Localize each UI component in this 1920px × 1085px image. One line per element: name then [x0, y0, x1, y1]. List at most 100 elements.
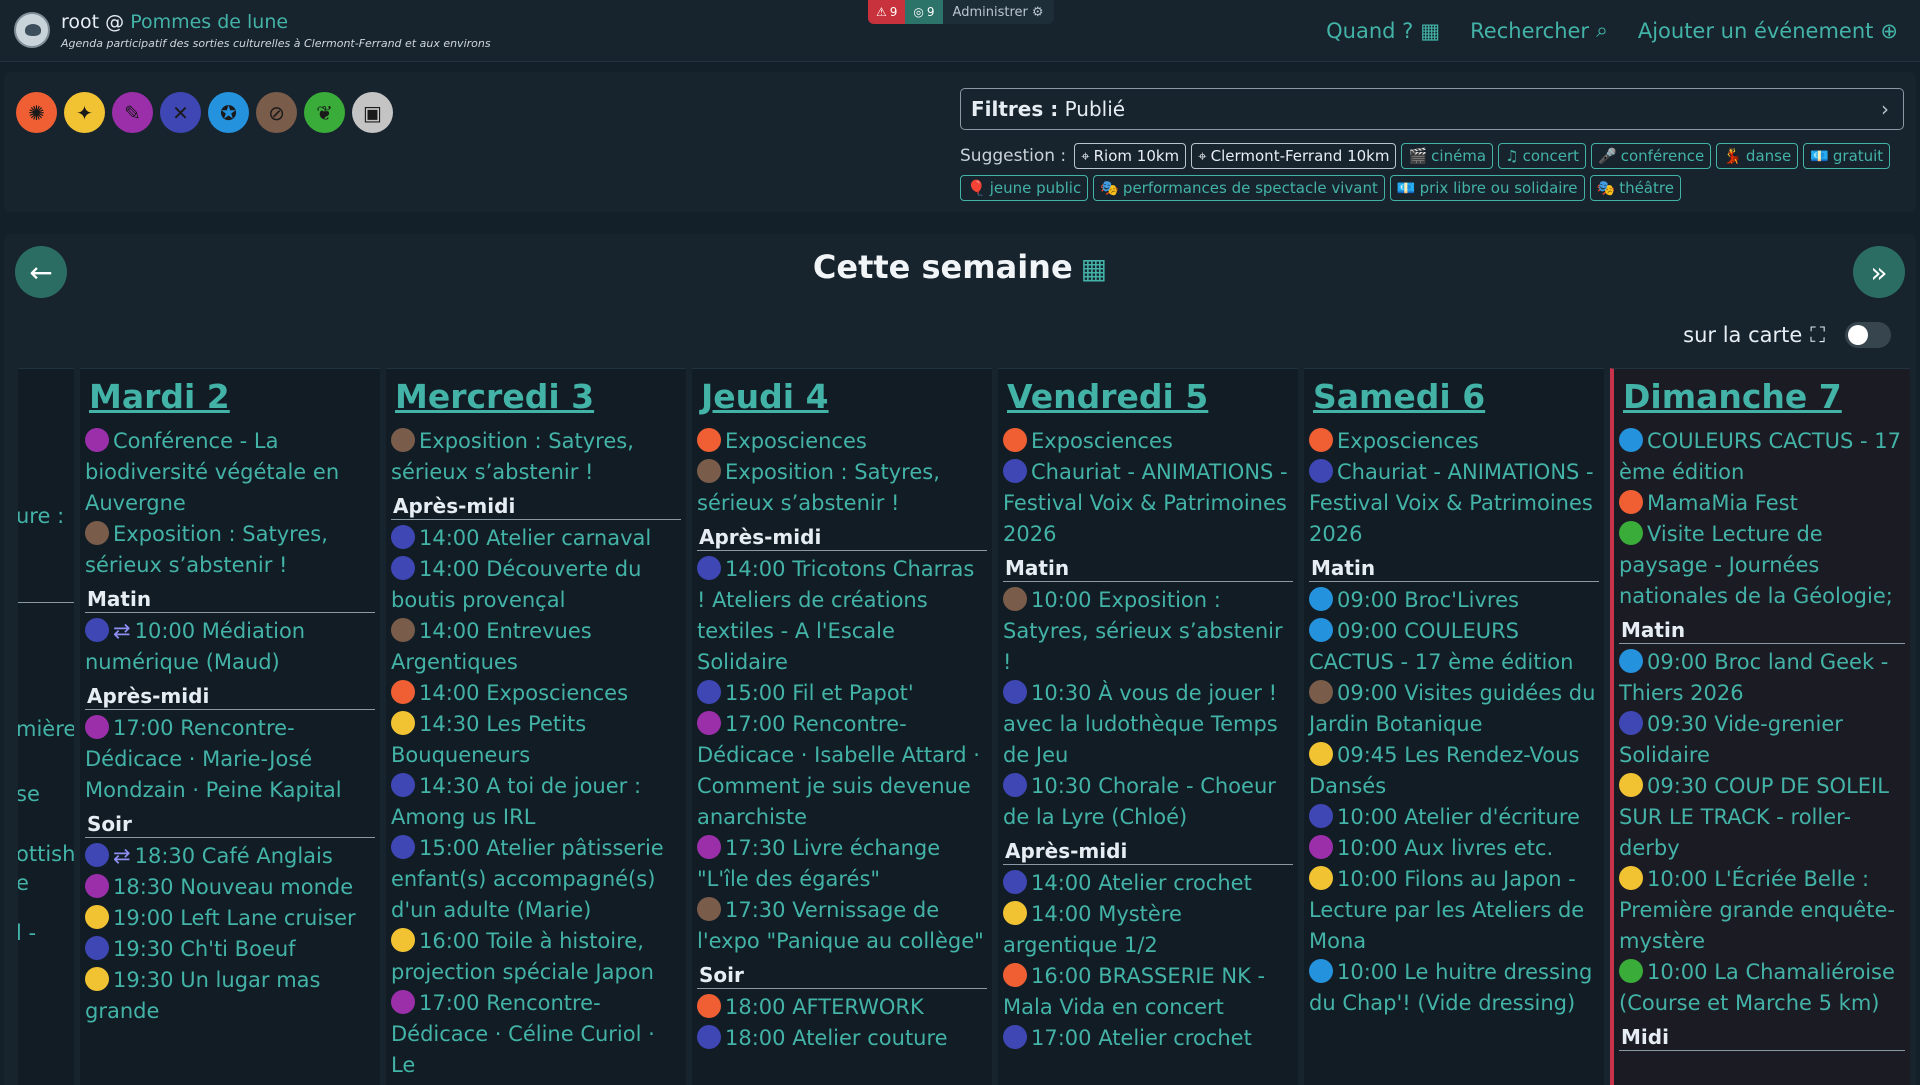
event-item[interactable]: 16:00 BRASSERIE NK - Mala Vida en concer… [1003, 961, 1293, 1023]
suggestion-chip[interactable]: 🎭 théâtre [1589, 175, 1681, 201]
category-spectacle-icon[interactable]: ✦ [64, 92, 105, 133]
suggestion-chip[interactable]: 💶 gratuit [1803, 143, 1891, 169]
event-item[interactable]: 10:00 Atelier d'écriture [1309, 802, 1599, 833]
event-item[interactable]: 17:00 Rencontre-Dédicace · Marie-José Mo… [85, 713, 375, 806]
event-item[interactable]: 14:00 Atelier crochet [1003, 868, 1293, 899]
next-week-button[interactable]: » [1853, 246, 1905, 298]
event-item[interactable]: 10:30 Chorale - Choeur de la Lyre (Chloé… [1003, 771, 1293, 833]
event-item[interactable]: 09:00 COULEURS CACTUS - 17 ème édition [1309, 616, 1599, 678]
event-item[interactable]: 14:30 A toi de jouer : Among us IRL [391, 771, 681, 833]
event-item[interactable]: Exposition : Satyres, sérieux s’abstenir… [697, 457, 987, 519]
event-item[interactable]: COULEURS CACTUS - 17 ème édition [1619, 426, 1905, 488]
event-item[interactable]: Chauriat - ANIMATIONS - Festival Voix & … [1309, 457, 1599, 550]
event-item[interactable]: 16:00 Toile à histoire, projection spéci… [391, 926, 681, 988]
category-exposition-icon[interactable]: ⊘ [256, 92, 297, 133]
nav-add-event[interactable]: Ajouter un événement ⊕ [1638, 18, 1898, 43]
event-item[interactable]: ⇄ 18:30 Café Anglais [85, 841, 375, 872]
event-item[interactable]: MamaMia Fest [1619, 488, 1905, 519]
map-switch[interactable] [1845, 322, 1891, 348]
event-item[interactable]: 17:30 Livre échange "L'île des égarés" [697, 833, 987, 895]
event-item[interactable]: Exposition : Satyres, sérieux s’abstenir… [85, 519, 375, 581]
event-item[interactable]: 18:00 AFTERWORK [697, 992, 987, 1023]
partial-event-text[interactable]: mière [18, 717, 74, 741]
event-item[interactable]: 09:00 Broc'Livres [1309, 585, 1599, 616]
alerts-badge[interactable]: ⚠ 9 [868, 0, 906, 24]
site-logo[interactable] [14, 12, 50, 48]
calendar-icon[interactable]: ▦ [1081, 252, 1107, 285]
event-item[interactable]: 14:30 Les Petits Bouqueneurs [391, 709, 681, 771]
partial-event-text[interactable]: se [18, 782, 40, 806]
category-atelier-icon[interactable]: ✕ [160, 92, 201, 133]
event-item[interactable]: 10:00 Aux livres etc. [1309, 833, 1599, 864]
event-item[interactable]: Exposciences [1309, 426, 1599, 457]
event-item[interactable]: 19:30 Ch'ti Boeuf [85, 934, 375, 965]
suggestion-chip[interactable]: 🎤 conférence [1591, 143, 1712, 169]
event-item[interactable]: 10:00 La Chamaliéroise (Course et Marche… [1619, 957, 1905, 1019]
site-name-link[interactable]: Pommes de lune [130, 11, 288, 33]
event-item[interactable]: 19:00 Left Lane cruiser [85, 903, 375, 934]
event-item[interactable]: 17:30 Vernissage de l'expo "Panique au c… [697, 895, 987, 957]
category-fete-icon[interactable]: ✺ [16, 92, 57, 133]
nav-search[interactable]: Rechercher ⌕ [1470, 18, 1608, 43]
event-item[interactable]: 10:00 Filons au Japon - Lecture par les … [1309, 864, 1599, 957]
event-item[interactable]: Conférence - La biodiversité végétale en… [85, 426, 375, 519]
event-item[interactable]: 09:00 Visites guidées du Jardin Botaniqu… [1309, 678, 1599, 740]
day-title-link[interactable]: Jeudi 4 [697, 369, 987, 426]
event-item[interactable]: 18:30 Nouveau monde [85, 872, 375, 903]
event-item[interactable]: 17:00 Rencontre-Dédicace · Isabelle Atta… [697, 709, 987, 833]
event-item[interactable]: Exposciences [1003, 426, 1293, 457]
category-autre-icon[interactable]: ▣ [352, 92, 393, 133]
event-item[interactable]: 10:00 Le huitre dressing du Chap'! (Vide… [1309, 957, 1599, 1019]
day-title-link[interactable]: Mardi 2 [85, 369, 375, 426]
moderation-badge[interactable]: ◎ 9 [905, 0, 943, 24]
event-item[interactable]: 09:00 Broc land Geek - Thiers 2026 [1619, 647, 1905, 709]
event-item[interactable]: 09:45 Les Rendez-Vous Dansés [1309, 740, 1599, 802]
nav-when[interactable]: Quand ? ▦ [1326, 18, 1440, 43]
day-title-link[interactable]: Mercredi 3 [391, 369, 681, 426]
event-item[interactable]: 14:00 Tricotons Charras ! Ateliers de cr… [697, 554, 987, 678]
partial-event-text[interactable]: l - [18, 921, 36, 945]
event-item[interactable]: 15:00 Fil et Papot' [697, 678, 987, 709]
suggestion-chip[interactable]: 🎭 performances de spectacle vivant [1093, 175, 1385, 201]
suggestion-chip[interactable]: 💃 danse [1716, 143, 1799, 169]
event-item[interactable]: 10:30 À vous de jouer ! avec la ludothèq… [1003, 678, 1293, 771]
event-item[interactable]: 09:30 Vide-grenier Solidaire [1619, 709, 1905, 771]
event-item[interactable]: 17:00 Rencontre-Dédicace · Céline Curiol… [391, 988, 681, 1081]
event-item[interactable]: 17:00 Atelier crochet [1003, 1023, 1293, 1054]
event-item[interactable]: 14:00 Découverte du boutis provençal [391, 554, 681, 616]
event-item[interactable]: 10:00 L'Écriée Belle : Première grande e… [1619, 864, 1905, 957]
suggestion-chip[interactable]: ♫ concert [1498, 143, 1587, 169]
event-item[interactable]: 18:00 Atelier couture [697, 1023, 987, 1054]
event-item[interactable]: 14:00 Exposciences [391, 678, 681, 709]
suggestion-chip[interactable]: 💶 prix libre ou solidaire [1389, 175, 1585, 201]
category-rencontre-icon[interactable]: ✎ [112, 92, 153, 133]
event-item[interactable]: Exposition : Satyres, sérieux s’abstenir… [391, 426, 681, 488]
event-item[interactable]: 14:00 Atelier carnaval [391, 523, 681, 554]
admin-link[interactable]: Administrer ⚙ [943, 0, 1054, 24]
event-item[interactable]: 14:00 Entrevues Argentiques [391, 616, 681, 678]
suggestion-chip[interactable]: ⌖ Clermont-Ferrand 10km [1191, 143, 1397, 169]
event-item[interactable]: 09:30 COUP DE SOLEIL SUR LE TRACK - roll… [1619, 771, 1905, 864]
filters-box[interactable]: Filtres : Publié › [960, 88, 1904, 130]
event-item[interactable]: ⇄ 10:00 Médiation numérique (Maud) [85, 616, 375, 678]
partial-event-text[interactable]: ure : [18, 504, 64, 528]
partial-event-text[interactable]: e [18, 871, 29, 895]
suggestion-chip[interactable]: 🎬 cinéma [1401, 143, 1494, 169]
day-title-link[interactable]: Samedi 6 [1309, 369, 1599, 426]
event-item[interactable]: 15:00 Atelier pâtisserie enfant(s) accom… [391, 833, 681, 926]
day-title-link[interactable]: Dimanche 7 [1619, 369, 1905, 426]
category-nature-icon[interactable]: ❦ [304, 92, 345, 133]
event-item[interactable]: Exposciences [697, 426, 987, 457]
suggestion-chip[interactable]: ⌖ Riom 10km [1074, 143, 1187, 169]
map-toggle[interactable]: sur la carte ⛶ [1683, 322, 1891, 348]
day-title-link[interactable]: Vendredi 5 [1003, 369, 1293, 426]
user-name[interactable]: root @ [61, 11, 124, 33]
event-item[interactable]: Visite Lecture de paysage - Journées nat… [1619, 519, 1905, 612]
suggestion-chip[interactable]: 🎈 jeune public [960, 175, 1089, 201]
event-item[interactable]: 10:00 Exposition : Satyres, sérieux s’ab… [1003, 585, 1293, 678]
event-item[interactable]: Chauriat - ANIMATIONS - Festival Voix & … [1003, 457, 1293, 550]
event-item[interactable]: 14:00 Mystère argentique 1/2 [1003, 899, 1293, 961]
category-sortie-icon[interactable]: ✪ [208, 92, 249, 133]
partial-event-text[interactable]: ottish [18, 842, 74, 866]
event-item[interactable]: 19:30 Un lugar mas grande [85, 965, 375, 1027]
